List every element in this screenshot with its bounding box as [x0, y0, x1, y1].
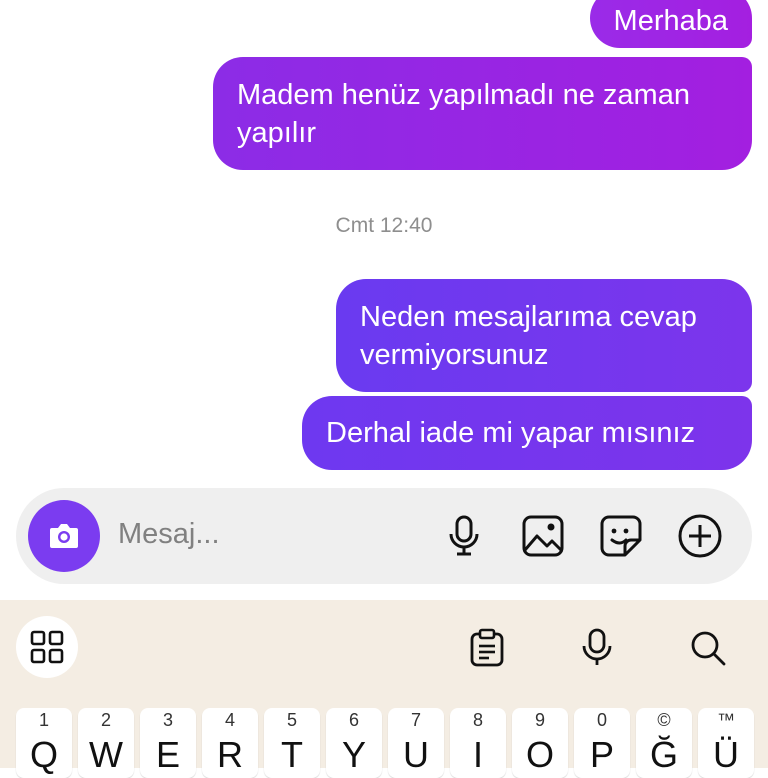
key-hint: ™ [717, 710, 735, 730]
key-letter: I [472, 734, 483, 775]
message-text: Merhaba [613, 5, 728, 37]
key-hint: 5 [286, 710, 297, 730]
key-letter: Ğ [649, 734, 678, 775]
grid-icon [30, 630, 64, 664]
key-hint: 8 [472, 710, 483, 730]
key-letter: P [589, 734, 614, 775]
camera-icon [50, 524, 78, 548]
microphone-icon [449, 515, 479, 556]
keyboard-voice-button[interactable] [573, 624, 621, 672]
key-letter: T [281, 734, 303, 775]
key-letter: Ü [713, 734, 739, 775]
voice-message-button[interactable] [440, 512, 488, 560]
key-hint: 9 [534, 710, 545, 730]
key-hint: 0 [596, 710, 607, 730]
sticker-icon [600, 515, 642, 557]
keyboard-row-1: 1 Q 2 W 3 E 4 R 5 T 6 Y 7 U 8 I 9 O 0 P © Ğ ™ Ü [0, 708, 768, 778]
keyboard-menu-button[interactable] [16, 616, 78, 678]
key-hint: 6 [348, 710, 359, 730]
key-letter: Q [29, 734, 58, 775]
message-bubble[interactable]: Derhal iade mi yapar mısınız [302, 396, 752, 470]
message-text: Derhal iade mi yapar mısınız [326, 417, 696, 449]
key-hint: © [657, 710, 671, 730]
message-bubble[interactable]: Madem henüz yapılmadı ne zaman yapılır [213, 57, 752, 170]
gallery-button[interactable] [519, 512, 567, 560]
message-composer: Mesaj... [16, 488, 752, 584]
key-letter: U [403, 734, 429, 775]
plus-circle-icon [678, 514, 722, 558]
search-icon [691, 631, 726, 666]
clipboard-icon [470, 628, 504, 667]
key-hint: 1 [38, 710, 49, 730]
message-bubble[interactable]: Neden mesajlarıma cevap vermiyorsunuz [336, 279, 752, 392]
clipboard-button[interactable] [463, 624, 511, 672]
key-letter: E [155, 734, 180, 775]
key-hint: 4 [224, 710, 235, 730]
message-text: Neden mesajlarıma cevap vermiyorsunuz [360, 301, 697, 371]
keyboard-search-button[interactable] [684, 624, 732, 672]
sticker-button[interactable] [597, 512, 645, 560]
microphone-icon [582, 628, 612, 665]
key-hint: 3 [162, 710, 173, 730]
key-hint: 2 [100, 710, 111, 730]
key-letter: Y [341, 734, 366, 775]
message-input[interactable]: Mesaj... [118, 518, 220, 551]
message-text: Madem henüz yapılmadı ne zaman yapılır [237, 79, 690, 149]
key-letter: W [89, 734, 123, 775]
key-letter: O [525, 734, 554, 775]
key-hint: 7 [410, 710, 421, 730]
more-options-button[interactable] [676, 512, 724, 560]
key-letter: R [217, 734, 243, 775]
message-bubble[interactable]: Merhaba [589, 0, 752, 48]
camera-button[interactable] [28, 500, 100, 572]
message-timestamp: Cmt 12:40 [335, 214, 433, 237]
image-icon [522, 515, 564, 557]
